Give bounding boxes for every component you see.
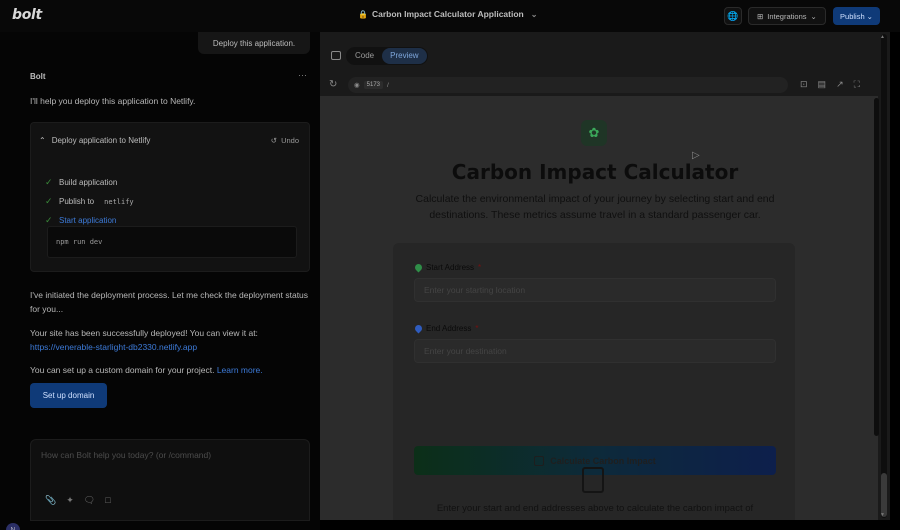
link-icon[interactable]: ↗ — [836, 79, 844, 90]
screenshot-icon[interactable]: ⊡ — [800, 79, 808, 90]
file-icon[interactable]: □ — [105, 495, 110, 506]
view-tabs: Code Preview — [346, 47, 428, 65]
required-mark: * — [478, 263, 482, 272]
port-badge[interactable]: 5173 — [363, 81, 384, 89]
calculator-icon — [582, 467, 604, 493]
start-placeholder: Enter your starting location — [424, 285, 526, 295]
scroll-down-icon[interactable]: ▼ — [880, 512, 885, 518]
globe-icon[interactable]: 🌐 — [724, 7, 742, 25]
msg-success: Your site has been successfully deployed… — [30, 328, 258, 338]
start-label-text: Start Address — [426, 263, 475, 272]
action-steps: ✓ Build application ✓ Publish to netlify… — [45, 173, 134, 230]
tab-preview[interactable]: Preview — [382, 48, 427, 64]
integrations-button[interactable]: ⊞ Integrations ⌄ — [748, 7, 826, 25]
top-bar: bolt 🔒 Carbon Impact Calculator Applicat… — [0, 0, 900, 32]
step-label: Start application — [59, 216, 117, 225]
user-message: Deploy this application. — [198, 32, 310, 54]
mouse-cursor-icon: ▷ — [692, 150, 700, 161]
chat-panel: Deploy this application. Bolt ··· I'll h… — [0, 32, 320, 530]
check-icon: ✓ — [45, 196, 53, 206]
end-address-input[interactable]: Enter your destination — [414, 339, 776, 363]
step-build: ✓ Build application — [45, 173, 134, 192]
end-label-text: End Address — [426, 324, 472, 333]
learn-more-link[interactable]: Learn more. — [217, 365, 263, 375]
start-address-input[interactable]: Enter your starting location — [414, 278, 776, 302]
step-label: Build application — [59, 178, 118, 187]
step-code: netlify — [104, 197, 134, 206]
fullscreen-icon[interactable]: ⛶ — [854, 79, 860, 90]
composer-placeholder: How can Bolt help you today? (or /comman… — [41, 450, 212, 460]
required-mark: * — [475, 324, 479, 333]
undo-icon: ↺ — [270, 136, 278, 145]
check-icon: ✓ — [45, 177, 53, 187]
preview-url-bar: ↻ ◉ 5173 / ⊡ ▤ ↗ ⛶ — [320, 74, 890, 96]
discuss-icon[interactable]: 🗨 — [84, 495, 95, 506]
msg-domain: You can set up a custom domain for your … — [30, 363, 310, 377]
grid-icon: ⊞ — [757, 11, 764, 21]
scroll-up-icon[interactable]: ▲ — [880, 34, 885, 40]
project-title-menu[interactable]: 🔒 Carbon Impact Calculator Application ⌄ — [358, 9, 537, 19]
deploy-action-card: ⌃ Deploy application to Netlify ↺ Undo ✓… — [30, 122, 310, 272]
preview-panel: Code Preview ↻ ◉ 5173 / ⊡ ▤ ↗ ⛶ ✿ Carbon… — [320, 32, 890, 520]
assistant-intro: I'll help you deploy this application to… — [30, 96, 196, 106]
chevron-down-icon: ⌄ — [810, 11, 817, 21]
url-path: / — [387, 81, 389, 89]
bolt-logo[interactable]: bolt — [12, 7, 42, 23]
end-placeholder: Enter your destination — [424, 346, 507, 356]
attach-icon[interactable]: 📎 — [45, 495, 56, 506]
avatar[interactable]: N — [6, 523, 20, 530]
preview-viewport: ✿ Carbon Impact Calculator Calculate the… — [320, 96, 878, 520]
address-field[interactable]: ◉ 5173 / — [348, 77, 788, 93]
integrations-label: Integrations — [767, 11, 807, 21]
publish-label: Publish — [840, 11, 865, 21]
map-pin-icon — [413, 323, 424, 334]
msg-domain-text: You can set up a custom domain for your … — [30, 365, 215, 375]
preview-tools: ⊡ ▤ ↗ ⛶ — [800, 79, 860, 90]
more-options-icon[interactable]: ··· — [298, 70, 307, 80]
page-subtitle: Calculate the environmental impact of yo… — [415, 193, 775, 221]
undo-button[interactable]: ↺ Undo — [271, 136, 299, 145]
project-title: Carbon Impact Calculator Application — [371, 9, 524, 19]
command-block: npm run dev — [47, 226, 297, 258]
chevron-down-icon: ⌄ — [866, 11, 873, 21]
chevron-up-icon: ⌃ — [39, 136, 46, 145]
start-address-label: Start Address * — [413, 262, 482, 273]
tab-code[interactable]: Code — [347, 48, 382, 64]
lock-icon: 🔒 — [358, 9, 368, 19]
map-pin-icon — [413, 262, 424, 273]
preview-scrollbar[interactable] — [874, 98, 879, 436]
setup-domain-button[interactable]: Set up domain — [30, 383, 107, 408]
step-label: Publish to — [59, 197, 95, 206]
end-address-label: End Address * — [413, 323, 479, 334]
device-icon[interactable]: ▤ — [818, 79, 827, 90]
action-card-header[interactable]: ⌃ Deploy application to Netlify — [39, 136, 150, 145]
calculate-label: Calculate Carbon Impact — [550, 455, 656, 466]
result-hint: Enter your start and end addresses above… — [436, 503, 754, 514]
composer-tools: 📎 ✦ 🗨 □ — [45, 495, 111, 506]
check-icon: ✓ — [45, 215, 53, 225]
action-card-title: Deploy application to Netlify — [51, 136, 151, 145]
chevron-down-icon: ⌄ — [530, 9, 538, 19]
site-url-link[interactable]: https://venerable-starlight-db2330.netli… — [30, 340, 310, 354]
page-scrollbar-thumb[interactable] — [881, 473, 887, 517]
workbench-tabbar: Code Preview — [320, 44, 890, 68]
step-publish: ✓ Publish to netlify — [45, 192, 134, 211]
chat-composer[interactable]: How can Bolt help you today? (or /comman… — [30, 439, 310, 521]
publish-button[interactable]: Publish ⌄ — [833, 7, 880, 25]
assistant-name: Bolt — [30, 72, 46, 81]
page-scrollbar[interactable] — [881, 34, 887, 518]
leaf-icon: ✿ — [581, 120, 607, 146]
msg-initiated: I've initiated the deployment process. L… — [30, 290, 309, 314]
reload-icon[interactable]: ↻ — [329, 79, 337, 90]
calculator-icon — [534, 455, 545, 466]
sparkle-icon[interactable]: ✦ — [66, 495, 74, 506]
undo-label: Undo — [281, 136, 299, 145]
panel-toggle-icon[interactable] — [331, 51, 341, 60]
page-title: Carbon Impact Calculator — [451, 160, 739, 184]
server-icon: ◉ — [354, 82, 360, 89]
